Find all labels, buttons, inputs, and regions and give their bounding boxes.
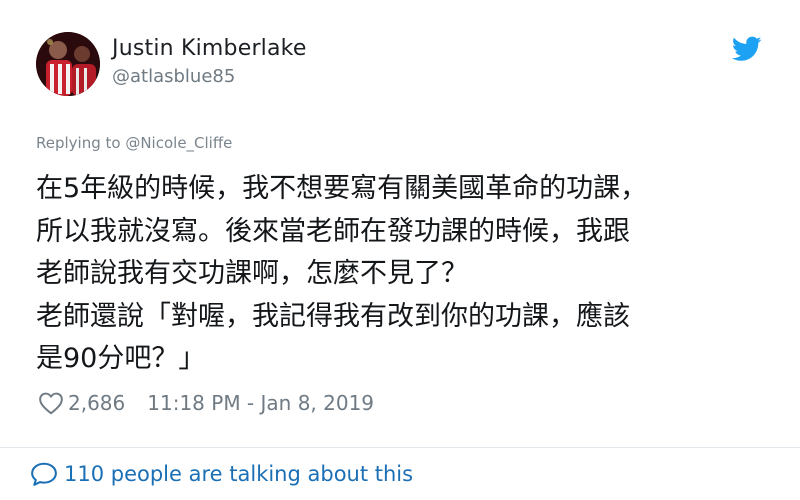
tweet-line: 老師說我有交功課啊，怎麼不見了？ (36, 258, 468, 289)
avatar-image (36, 32, 100, 96)
user-name[interactable]: Justin Kimberlake (112, 36, 307, 61)
avatar[interactable] (36, 32, 100, 96)
tweet-line: 老師還說「對喔，我記得我有改到你的功課，應該 (36, 300, 630, 332)
tweet-card: Justin Kimberlake @atlasblue85 Replying … (0, 0, 800, 500)
tweet-line: 在5年級的時候，我不想要寫有關美國革命的功課， (36, 173, 648, 204)
conversation-link[interactable]: 110 people are talking about this (30, 458, 413, 490)
tweet-text: 在5年級的時候，我不想要寫有關美國革命的功課， 所以我就沒寫。後來當老師在發功課… (36, 168, 776, 381)
tweet-line: 所以我就沒寫。後來當老師在發功課的時候，我跟 (36, 215, 630, 247)
tweet-meta: 2,686 11:18 PM - Jan 8, 2019 (38, 388, 374, 418)
tweet-header: Justin Kimberlake @atlasblue85 (36, 32, 776, 102)
conversation-count-text[interactable]: 110 people are talking about this (64, 462, 413, 486)
user-handle[interactable]: @atlasblue85 (112, 66, 235, 87)
replying-to[interactable]: Replying to @Nicole_Cliffe (36, 134, 232, 152)
heart-icon[interactable] (38, 391, 64, 415)
tweet-line: 是90分吧？」 (36, 343, 206, 374)
twitter-bird-icon[interactable] (732, 36, 762, 62)
like-count[interactable]: 2,686 (68, 391, 125, 415)
speech-bubble-icon (31, 462, 57, 486)
timestamp[interactable]: 11:18 PM - Jan 8, 2019 (147, 391, 374, 415)
divider (0, 447, 800, 448)
